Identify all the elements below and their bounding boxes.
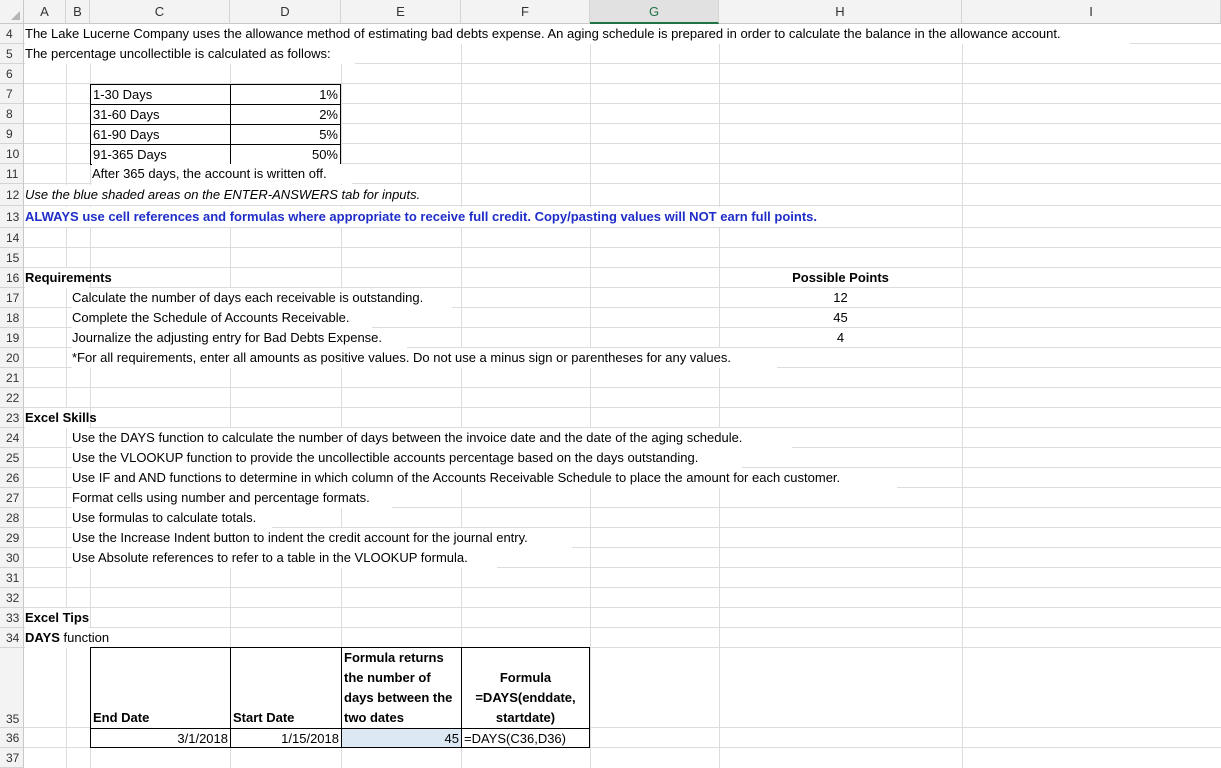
row-header-23[interactable]: 23 (0, 408, 24, 428)
skill-text: Use the VLOOKUP function to provide the … (72, 448, 742, 468)
possible-points-header: Possible Points (792, 270, 889, 285)
row-header-28[interactable]: 28 (0, 508, 24, 528)
column-header-f[interactable]: F (461, 0, 590, 24)
requirements-title: Requirements (25, 268, 112, 288)
tip-header-formula-line: startdate) (495, 710, 556, 725)
intro-line-5: The percentage uncollectible is calculat… (25, 44, 355, 64)
excel-skills-title: Excel Skills (25, 408, 97, 428)
excel-tips-title: Excel Tips (25, 608, 89, 628)
tip-header-formula-line: =DAYS(enddate, (475, 690, 576, 705)
row-header-20[interactable]: 20 (0, 348, 24, 368)
row-header-13[interactable]: 13 (0, 206, 24, 228)
requirements-footnote: *For all requirements, enter all amounts… (72, 348, 777, 368)
aging-pct-4: 50% (230, 144, 341, 165)
writeoff-note: After 365 days, the account is written o… (92, 164, 352, 184)
tip-header-returns-line: Formula returns (344, 650, 444, 665)
row-header-6[interactable]: 6 (0, 64, 24, 84)
row-header-31[interactable]: 31 (0, 568, 24, 588)
row-header-19[interactable]: 19 (0, 328, 24, 348)
row-header-32[interactable]: 32 (0, 588, 24, 608)
requirement-text: Calculate the number of days each receiv… (72, 288, 452, 308)
tip-header-start-date: Start Date (233, 710, 295, 725)
select-all-corner[interactable] (0, 0, 24, 24)
row-header-9[interactable]: 9 (0, 124, 24, 144)
skill-text: Use IF and AND functions to determine in… (72, 468, 897, 488)
row-header-14[interactable]: 14 (0, 228, 24, 248)
row-header-37[interactable]: 37 (0, 748, 24, 768)
row-header-8[interactable]: 8 (0, 104, 24, 124)
aging-label-1: 1-30 Days (90, 84, 231, 105)
aging-pct-3: 5% (230, 124, 341, 145)
row-header-4[interactable]: 4 (0, 24, 24, 44)
column-header-i[interactable]: I (962, 0, 1221, 24)
aging-pct-1: 1% (230, 84, 341, 105)
column-header-a[interactable]: A (24, 0, 66, 24)
requirement-points: 4 (836, 330, 845, 345)
tip-header-end-date-cell: End Date (90, 647, 231, 729)
row-header-35[interactable]: 35 (0, 648, 24, 728)
aging-label-3: 61-90 Days (90, 124, 231, 145)
row-header-26[interactable]: 26 (0, 468, 24, 488)
spreadsheet-grid[interactable]: A B C D E F G H I 4 5 6 7 8 9 10 11 12 1… (0, 0, 1221, 768)
column-header-d[interactable]: D (230, 0, 341, 24)
row-header-36[interactable]: 36 (0, 728, 24, 748)
row-header-5[interactable]: 5 (0, 44, 24, 64)
column-header-g[interactable]: G (590, 0, 719, 24)
row-header-33[interactable]: 33 (0, 608, 24, 628)
column-header-b[interactable]: B (66, 0, 90, 24)
requirement-points: 12 (833, 290, 848, 305)
column-header-h[interactable]: H (719, 0, 962, 24)
requirement-points: 45 (833, 310, 848, 325)
skill-text: Use Absolute references to refer to a ta… (72, 548, 497, 568)
example-formula[interactable]: =DAYS(C36,D36) (461, 728, 590, 748)
tip-header-returns-cell: Formula returns the number of days betwe… (341, 647, 462, 729)
example-start-date[interactable]: 1/15/2018 (230, 728, 342, 748)
row-header-24[interactable]: 24 (0, 428, 24, 448)
row-header-25[interactable]: 25 (0, 448, 24, 468)
row-header-10[interactable]: 10 (0, 144, 24, 164)
aging-label-4: 91-365 Days (90, 144, 231, 165)
column-header-e[interactable]: E (341, 0, 461, 24)
tip-header-returns-line: days between the (344, 690, 453, 705)
example-end-date[interactable]: 3/1/2018 (90, 728, 231, 748)
requirement-text: Complete the Schedule of Accounts Receiv… (72, 308, 372, 328)
tip-header-start-date-cell: Start Date (230, 647, 342, 729)
skill-text: Use formulas to calculate totals. (72, 508, 272, 528)
skill-text: Use the Increase Indent button to indent… (72, 528, 572, 548)
days-function-label: DAYS function (25, 628, 120, 648)
row-header-27[interactable]: 27 (0, 488, 24, 508)
row-header-11[interactable]: 11 (0, 164, 24, 184)
days-function-rest: function (59, 630, 110, 645)
blue-shaded-note: Use the blue shaded areas on the ENTER-A… (25, 185, 455, 205)
example-days-result[interactable]: 45 (341, 728, 462, 748)
row-header-34[interactable]: 34 (0, 628, 24, 648)
row-header-16[interactable]: 16 (0, 268, 24, 288)
row-header-18[interactable]: 18 (0, 308, 24, 328)
tip-header-end-date: End Date (93, 710, 150, 725)
row-header-30[interactable]: 30 (0, 548, 24, 568)
row-header-29[interactable]: 29 (0, 528, 24, 548)
tip-header-returns-line: the number of (344, 670, 431, 685)
row-header-12[interactable]: 12 (0, 184, 24, 206)
skill-text: Format cells using number and percentage… (72, 488, 392, 508)
row-header-7[interactable]: 7 (0, 84, 24, 104)
skill-text: Use the DAYS function to calculate the n… (72, 428, 792, 448)
days-function-bold: DAYS (25, 630, 60, 645)
aging-label-2: 31-60 Days (90, 104, 231, 125)
row-header-22[interactable]: 22 (0, 388, 24, 408)
row-header-17[interactable]: 17 (0, 288, 24, 308)
tip-header-returns-line: two dates (344, 710, 404, 725)
intro-line-4: The Lake Lucerne Company uses the allowa… (25, 24, 1130, 44)
tip-header-formula-cell: Formula =DAYS(enddate, startdate) (461, 647, 590, 729)
aging-pct-2: 2% (230, 104, 341, 125)
tip-header-formula-line: Formula (499, 670, 552, 685)
row-header-15[interactable]: 15 (0, 248, 24, 268)
requirement-text: Journalize the adjusting entry for Bad D… (72, 328, 407, 348)
always-note: ALWAYS use cell references and formulas … (25, 207, 905, 227)
row-header-21[interactable]: 21 (0, 368, 24, 388)
column-header-c[interactable]: C (90, 0, 230, 24)
